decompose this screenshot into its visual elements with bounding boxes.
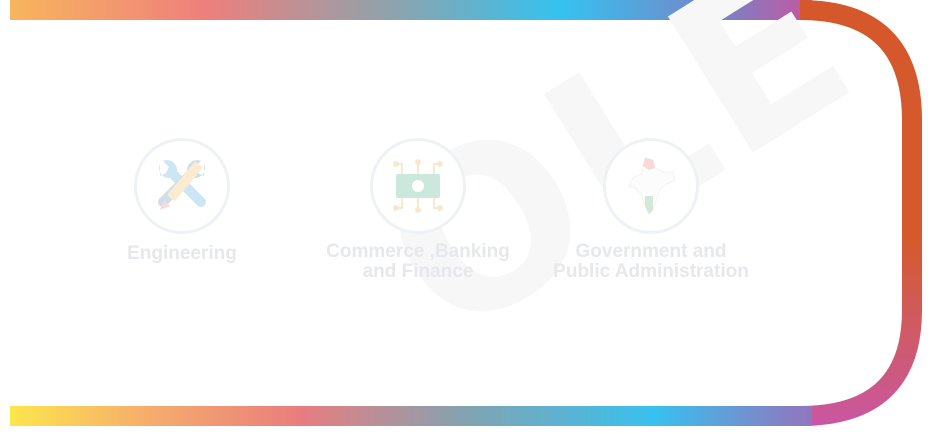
category-card-engineering[interactable]: Engineering bbox=[62, 138, 302, 264]
icon-circle bbox=[370, 138, 466, 234]
icon-circle bbox=[134, 138, 230, 234]
category-label: Commerce ,Banking and Finance bbox=[326, 241, 510, 282]
india-map-icon bbox=[628, 157, 676, 215]
icon-circle bbox=[603, 138, 699, 234]
banknote-icon bbox=[393, 159, 443, 213]
category-label: Engineering bbox=[127, 243, 237, 264]
category-label: Government and Public Administration bbox=[553, 241, 749, 282]
tools-icon bbox=[158, 160, 206, 210]
category-card-commerce[interactable]: Commerce ,Banking and Finance bbox=[298, 138, 538, 282]
category-card-government[interactable]: Government and Public Administration bbox=[531, 138, 771, 282]
